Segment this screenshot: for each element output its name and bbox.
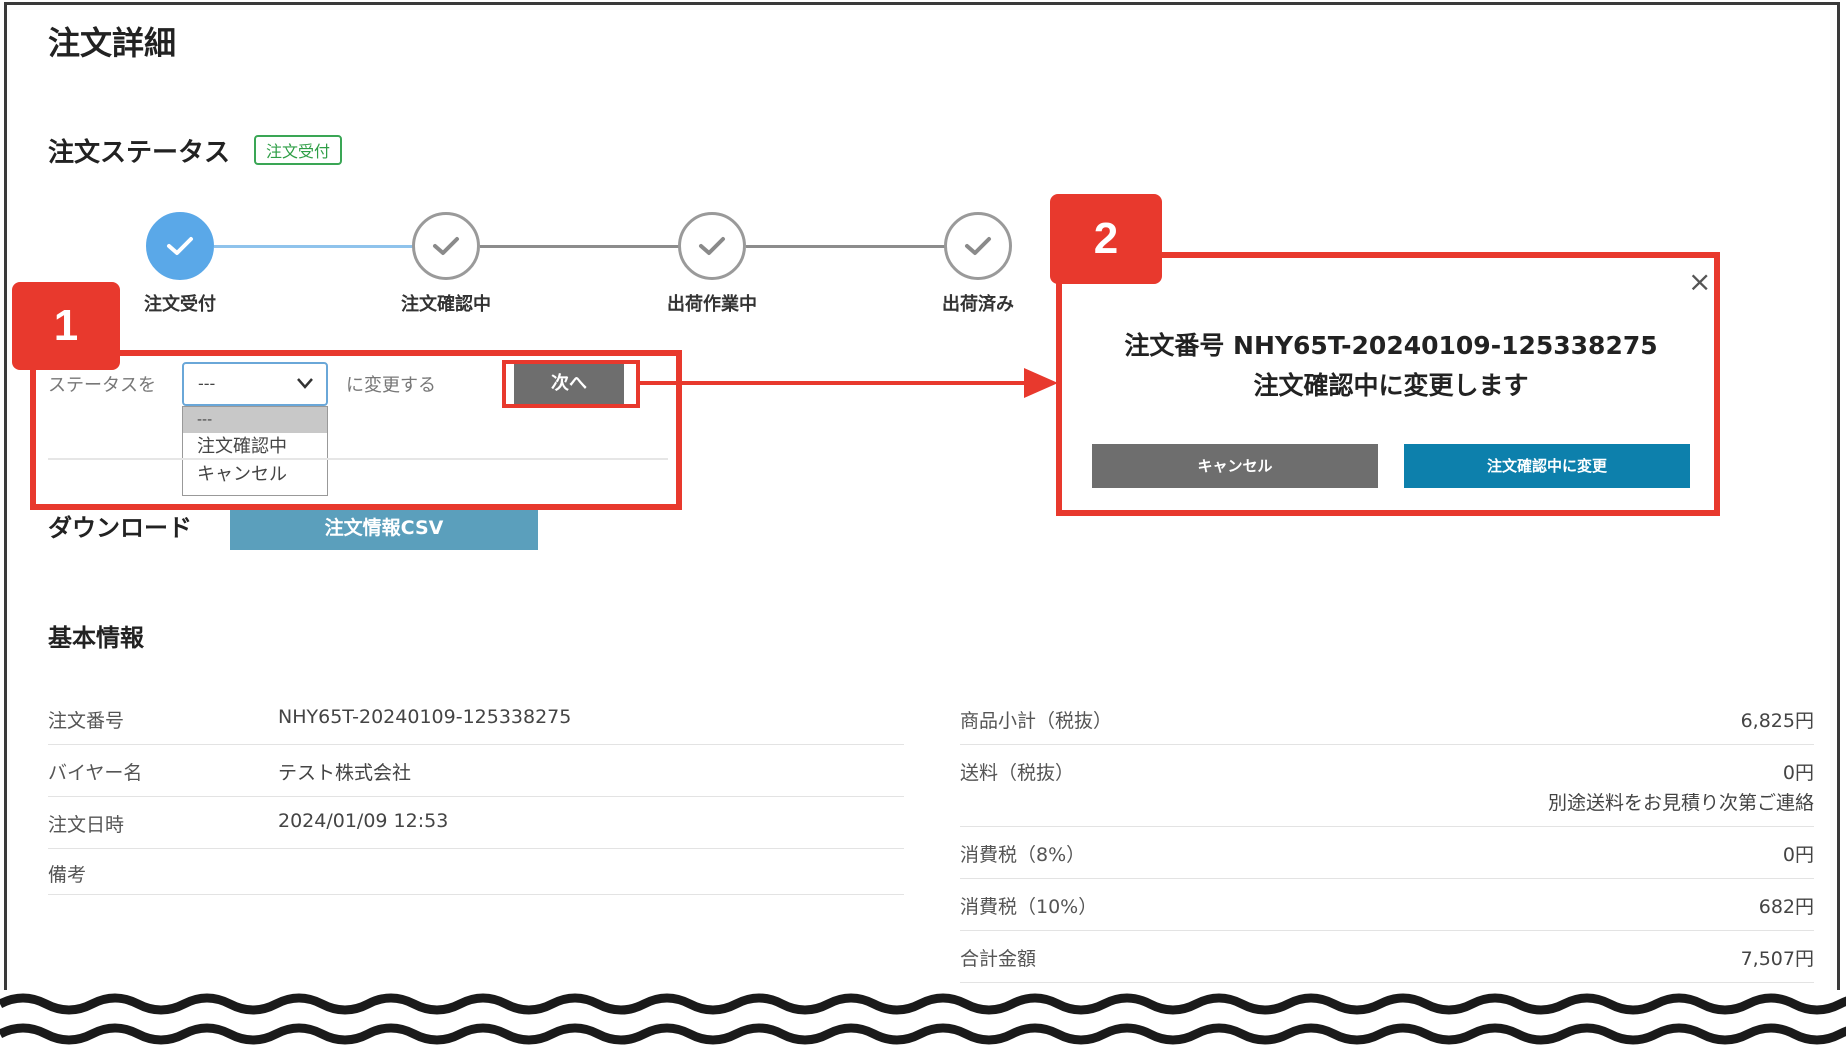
- step-connector-1: [214, 245, 414, 248]
- label-order-number: 注文番号: [48, 710, 125, 732]
- value-subtotal: 6,825円: [1740, 710, 1814, 732]
- annotation-box-2: [1056, 252, 1720, 516]
- row-divider: [960, 930, 1814, 931]
- value-order-datetime: 2024/01/09 12:53: [278, 810, 449, 832]
- step-label-2: 注文確認中: [401, 294, 491, 315]
- annotation-highlight-next: [502, 360, 640, 408]
- label-subtotal: 商品小計（税抜）: [960, 710, 1113, 732]
- row-divider: [48, 848, 904, 849]
- row-divider: [960, 878, 1814, 879]
- label-shipping: 送料（税抜）: [960, 762, 1075, 784]
- row-divider: [48, 744, 904, 745]
- value-buyer-name: テスト株式会社: [278, 762, 412, 784]
- value-shipping: 0円: [1782, 762, 1814, 784]
- download-heading: ダウンロード: [48, 514, 192, 542]
- row-divider: [960, 744, 1814, 745]
- value-tax-8: 0円: [1782, 844, 1814, 866]
- step-connector-2: [480, 245, 680, 248]
- row-divider: [960, 982, 1814, 983]
- order-status-heading: 注文ステータス: [48, 138, 231, 168]
- shipping-note: 別途送料をお見積り次第ご連絡: [1547, 792, 1814, 814]
- step-3-check-icon: [678, 212, 746, 280]
- value-tax-10: 682円: [1758, 896, 1814, 918]
- page-title: 注文詳細: [48, 24, 177, 62]
- label-tax-8: 消費税（8%）: [960, 844, 1086, 866]
- label-remarks: 備考: [48, 864, 87, 886]
- step-label-1: 注文受付: [144, 294, 216, 315]
- step-label-4: 出荷済み: [942, 294, 1014, 315]
- order-csv-button[interactable]: 注文情報CSV: [230, 506, 538, 550]
- step-1-check-icon: [146, 212, 214, 280]
- row-divider: [48, 796, 904, 797]
- status-badge: 注文受付: [254, 135, 343, 165]
- label-total: 合計金額: [960, 948, 1037, 970]
- step-4-check-icon: [944, 212, 1012, 280]
- annotation-arrow-line: [640, 381, 1030, 385]
- annotation-tag-1: 1: [12, 282, 120, 370]
- step-connector-3: [746, 245, 946, 248]
- label-order-datetime: 注文日時: [48, 814, 125, 836]
- row-divider: [960, 826, 1814, 827]
- arrow-right-icon: [1024, 368, 1058, 398]
- torn-edge-divider: [0, 990, 1846, 1054]
- value-total: 7,507円: [1740, 948, 1814, 970]
- annotation-tag-2: 2: [1050, 194, 1162, 284]
- label-tax-10: 消費税（10%）: [960, 896, 1098, 918]
- basic-info-heading: 基本情報: [48, 624, 144, 652]
- step-2-check-icon: [412, 212, 480, 280]
- step-label-3: 出荷作業中: [667, 294, 757, 315]
- label-buyer-name: バイヤー名: [48, 762, 143, 784]
- row-divider: [48, 894, 904, 895]
- value-order-number: NHY65T-20240109-125338275: [278, 706, 572, 728]
